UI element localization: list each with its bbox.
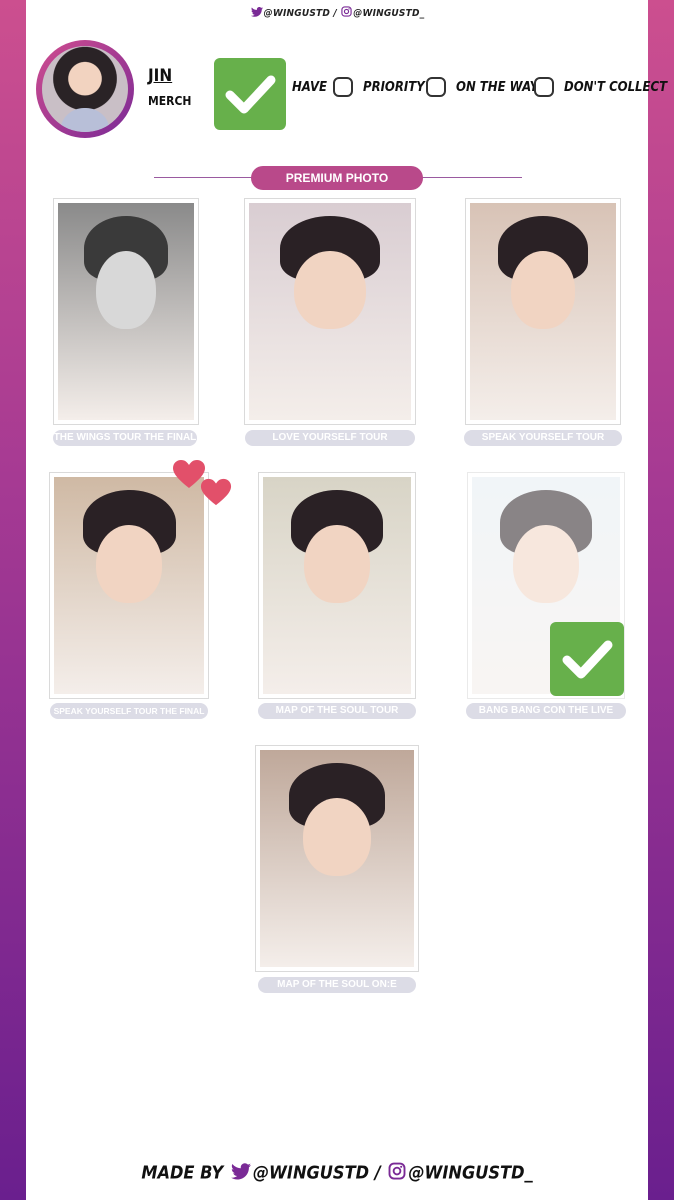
section-title: PREMIUM PHOTO: [251, 166, 423, 190]
photo-card[interactable]: [245, 199, 415, 424]
priority-label: PRIORITY: [363, 80, 425, 95]
photo-card[interactable]: [466, 199, 620, 424]
dont-collect-checkbox[interactable]: [534, 77, 554, 97]
photo-face: [513, 524, 579, 603]
photo-caption: SPEAK YOURSELF TOUR THE FINAL: [50, 703, 208, 719]
member-name: JIN: [148, 66, 173, 86]
footer-separator: /: [374, 1162, 381, 1184]
photo-caption: MAP OF THE SOUL ON:E: [258, 977, 416, 993]
photo-face: [294, 250, 366, 329]
photo-face: [96, 250, 156, 329]
photo-caption: THE WINGS TOUR THE FINAL: [53, 430, 197, 446]
avatar: [36, 40, 134, 138]
member-subtitle: MERCH: [148, 94, 192, 108]
instagram-icon: [388, 1162, 406, 1185]
check-icon: [225, 75, 276, 114]
top-instagram-handle: @WINGUSTD_: [353, 8, 425, 19]
footer-twitter-handle: @WINGUSTD: [252, 1162, 370, 1184]
photo-face: [96, 524, 162, 603]
photo-caption: LOVE YOURSELF TOUR: [245, 430, 415, 446]
on-the-way-checkbox[interactable]: [426, 77, 446, 97]
top-separator: /: [333, 8, 337, 19]
photo-card[interactable]: [259, 473, 415, 698]
checklist-sheet: @WINGUSTD / @WINGUSTD_ JIN MERCH HAVE PR…: [26, 0, 667, 1200]
twitter-icon: [230, 1162, 251, 1185]
top-twitter-handle: @WINGUSTD: [263, 8, 331, 19]
on-the-way-label: ON THE WAY: [456, 80, 539, 95]
have-checkbox[interactable]: [214, 58, 286, 130]
twitter-icon: [250, 6, 263, 20]
top-credit: @WINGUSTD / @WINGUSTD_: [26, 6, 648, 20]
photo-face: [304, 524, 370, 603]
photo-card[interactable]: [256, 746, 418, 971]
dont-collect-label: DON'T COLLECT: [564, 80, 668, 95]
divider-left: [154, 177, 252, 178]
photo-caption: SPEAK YOURSELF TOUR: [464, 430, 622, 446]
photo-caption: MAP OF THE SOUL TOUR: [258, 703, 416, 719]
have-label: HAVE: [292, 80, 328, 95]
footer-instagram-handle: @WINGUSTD_: [408, 1162, 533, 1184]
heart-icon: [200, 478, 232, 506]
footer-credit: MADE BY @WINGUSTD / @WINGUSTD_: [26, 1162, 648, 1185]
divider-right: [422, 177, 522, 178]
photo-face: [510, 250, 576, 329]
check-icon: [562, 640, 613, 679]
instagram-icon: [341, 6, 352, 20]
photo-face: [303, 797, 371, 876]
photo-card[interactable]: [50, 473, 208, 698]
made-by-label: MADE BY: [141, 1162, 224, 1184]
photo-card[interactable]: [54, 199, 198, 424]
priority-checkbox[interactable]: [333, 77, 353, 97]
owned-check-badge[interactable]: [550, 622, 624, 696]
photo-caption: BANG BANG CON THE LIVE: [466, 703, 626, 719]
avatar-photo: [42, 46, 128, 132]
